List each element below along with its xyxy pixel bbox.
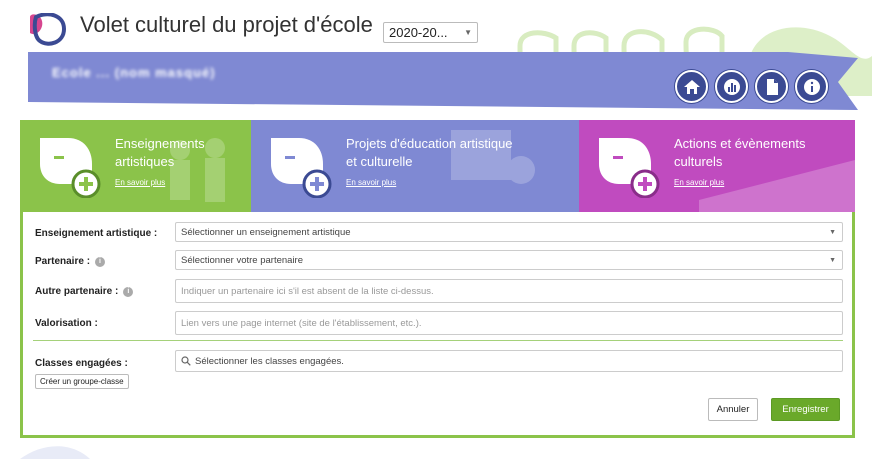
tile-actions-evenements[interactable]: Actions et évènements culturels En savoir…: [579, 120, 855, 212]
add-enseignement-icon: [40, 138, 101, 198]
header: Volet culturel du projet d'école 2020-20…: [0, 0, 872, 120]
school-name: Ecole ... (nom masqué): [52, 65, 216, 80]
enseignement-form: Enseignement artistique : Sélectionner u…: [20, 212, 855, 438]
info-icon: [803, 78, 820, 95]
tile-link-en-savoir-plus[interactable]: En savoir plus: [346, 178, 396, 187]
add-projet-icon: [271, 138, 332, 198]
chevron-down-icon: ▼: [829, 256, 836, 264]
tile-projets-education[interactable]: Projets d'éducation artistique et culture…: [251, 120, 579, 212]
info-button[interactable]: [795, 70, 828, 103]
page-title: Volet culturel du projet d'école: [80, 12, 373, 37]
autre-partenaire-input[interactable]: Indiquer un partenaire ici s'il est abse…: [175, 279, 843, 303]
form-divider: [33, 340, 843, 341]
tile-title: Actions et évènements culturels: [674, 136, 806, 169]
autre-partenaire-label: Autre partenaire : i: [35, 286, 134, 297]
valorisation-input[interactable]: Lien vers une page internet (site de l'é…: [175, 311, 843, 335]
app-logo-icon: [30, 13, 67, 46]
category-tiles: Enseignements artistiques En savoir plus …: [20, 120, 855, 212]
save-button[interactable]: Enregistrer: [771, 398, 840, 421]
info-icon[interactable]: i: [123, 286, 134, 297]
create-group-button[interactable]: Créer un groupe-classe: [35, 374, 129, 389]
tile-enseignements[interactable]: Enseignements artistiques En savoir plus: [20, 120, 251, 212]
chevron-down-icon: ▼: [829, 228, 836, 236]
bottom-decoration: [20, 446, 90, 459]
add-action-icon: [599, 138, 660, 198]
chevron-down-icon: ▼: [464, 28, 472, 37]
search-icon: [181, 356, 191, 366]
home-icon: [683, 79, 700, 94]
stats-button[interactable]: [715, 70, 748, 103]
stats-icon: [723, 78, 740, 95]
enseignement-select[interactable]: Sélectionner un enseignement artistique …: [175, 222, 843, 242]
classes-search-input[interactable]: Sélectionner les classes engagées.: [175, 350, 843, 372]
tile-title: Projets d'éducation artistique et culture…: [346, 136, 513, 169]
document-icon: [766, 78, 778, 95]
partenaire-select[interactable]: Sélectionner votre partenaire ▼: [175, 250, 843, 270]
partenaire-label: Partenaire : i: [35, 256, 106, 267]
valorisation-label: Valorisation :: [35, 318, 98, 329]
classes-label: Classes engagées :: [35, 358, 128, 369]
tile-link-en-savoir-plus[interactable]: En savoir plus: [674, 178, 724, 187]
enseignement-label: Enseignement artistique :: [35, 228, 158, 239]
nav-icons: [675, 70, 828, 103]
home-button[interactable]: [675, 70, 708, 103]
info-icon[interactable]: i: [95, 256, 106, 267]
year-select[interactable]: 2020-20... ▼: [383, 22, 478, 43]
document-button[interactable]: [755, 70, 788, 103]
tile-link-en-savoir-plus[interactable]: En savoir plus: [115, 178, 165, 187]
cancel-button[interactable]: Annuler: [708, 398, 758, 421]
tile-title: Enseignements artistiques: [115, 136, 205, 169]
year-select-value: 2020-20...: [389, 25, 448, 40]
